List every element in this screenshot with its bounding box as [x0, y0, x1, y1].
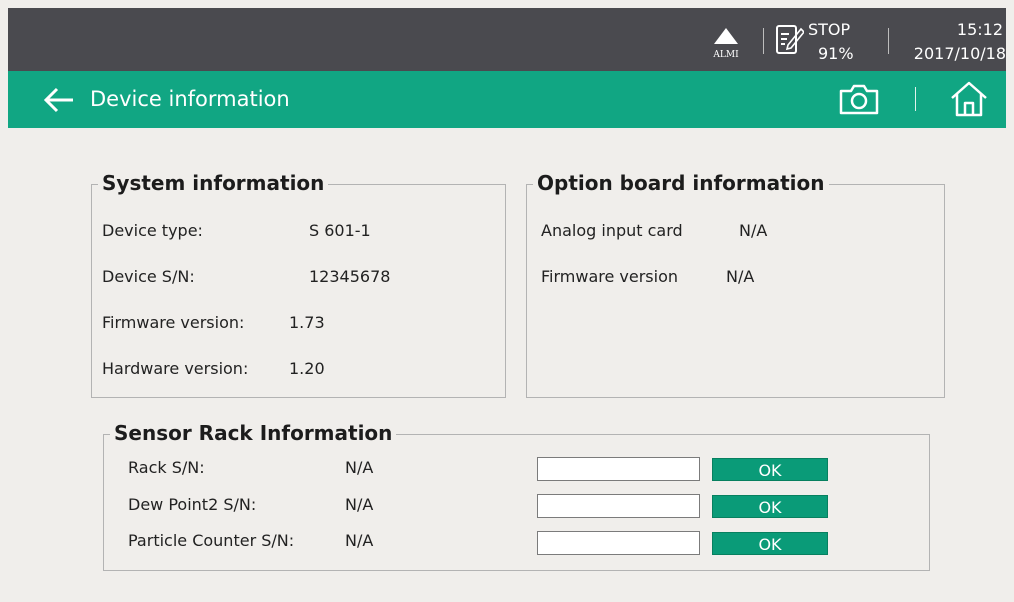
group-title: Sensor Rack Information — [110, 421, 397, 445]
system-information-group: System information Device type: S 601-1 … — [91, 171, 506, 398]
rack-sn-label: Rack S/N: — [128, 458, 205, 477]
analog-input-card-value: N/A — [739, 221, 768, 240]
alarm-triangle-icon — [714, 28, 738, 44]
device-type-label: Device type: — [102, 221, 203, 240]
firmware-version-label: Firmware version: — [102, 313, 245, 332]
toolbar-divider — [915, 87, 916, 111]
rack-sn-value: N/A — [345, 458, 374, 477]
status-divider — [763, 28, 764, 54]
status-divider — [888, 28, 889, 54]
option-firmware-label: Firmware version — [541, 267, 679, 286]
rack-sn-input[interactable] — [537, 457, 700, 481]
level-percent: 91% — [818, 44, 854, 63]
clock-time: 15:12 — [956, 20, 1003, 39]
arrow-left-icon[interactable] — [42, 85, 76, 115]
page-title: Device information — [90, 87, 290, 111]
clock-date: 2017/10/18 — [913, 44, 1006, 63]
screen: ALMI STOP 91% 15:12 2017/10/18 Device in… — [8, 8, 1006, 594]
option-firmware-value: N/A — [726, 267, 755, 286]
firmware-version-value: 1.73 — [289, 313, 325, 332]
option-board-group: Option board information Analog input ca… — [526, 171, 945, 398]
run-state-text: STOP — [808, 20, 851, 39]
hardware-version-label: Hardware version: — [102, 359, 249, 378]
particle-counter-sn-ok-button[interactable]: OK — [712, 532, 828, 555]
home-icon[interactable] — [949, 80, 989, 118]
alarm-label: ALMI — [713, 50, 739, 60]
device-sn-label: Device S/N: — [102, 267, 195, 286]
sensor-rack-group: Sensor Rack Information Rack S/N: N/A OK… — [103, 421, 930, 571]
alarm-indicator[interactable]: ALMI — [708, 22, 744, 62]
analog-input-card-label: Analog input card — [541, 221, 683, 240]
device-sn-value: 12345678 — [309, 267, 391, 286]
particle-counter-sn-label: Particle Counter S/N: — [128, 531, 295, 550]
dew-point2-sn-input[interactable] — [537, 494, 700, 518]
title-bar: Device information — [8, 71, 1006, 128]
rack-sn-ok-button[interactable]: OK — [712, 458, 828, 481]
group-title: System information — [98, 171, 329, 195]
device-type-value: S 601-1 — [309, 221, 371, 240]
dew-point2-sn-ok-button[interactable]: OK — [712, 495, 828, 518]
status-bar: ALMI STOP 91% 15:12 2017/10/18 — [8, 8, 1006, 71]
particle-counter-sn-value: N/A — [345, 531, 374, 550]
dew-point2-sn-label: Dew Point2 S/N: — [128, 495, 257, 514]
note-edit-icon — [776, 25, 804, 54]
group-title: Option board information — [533, 171, 829, 195]
dew-point2-sn-value: N/A — [345, 495, 374, 514]
particle-counter-sn-input[interactable] — [537, 531, 700, 555]
hardware-version-value: 1.20 — [289, 359, 325, 378]
camera-icon[interactable] — [838, 82, 880, 116]
